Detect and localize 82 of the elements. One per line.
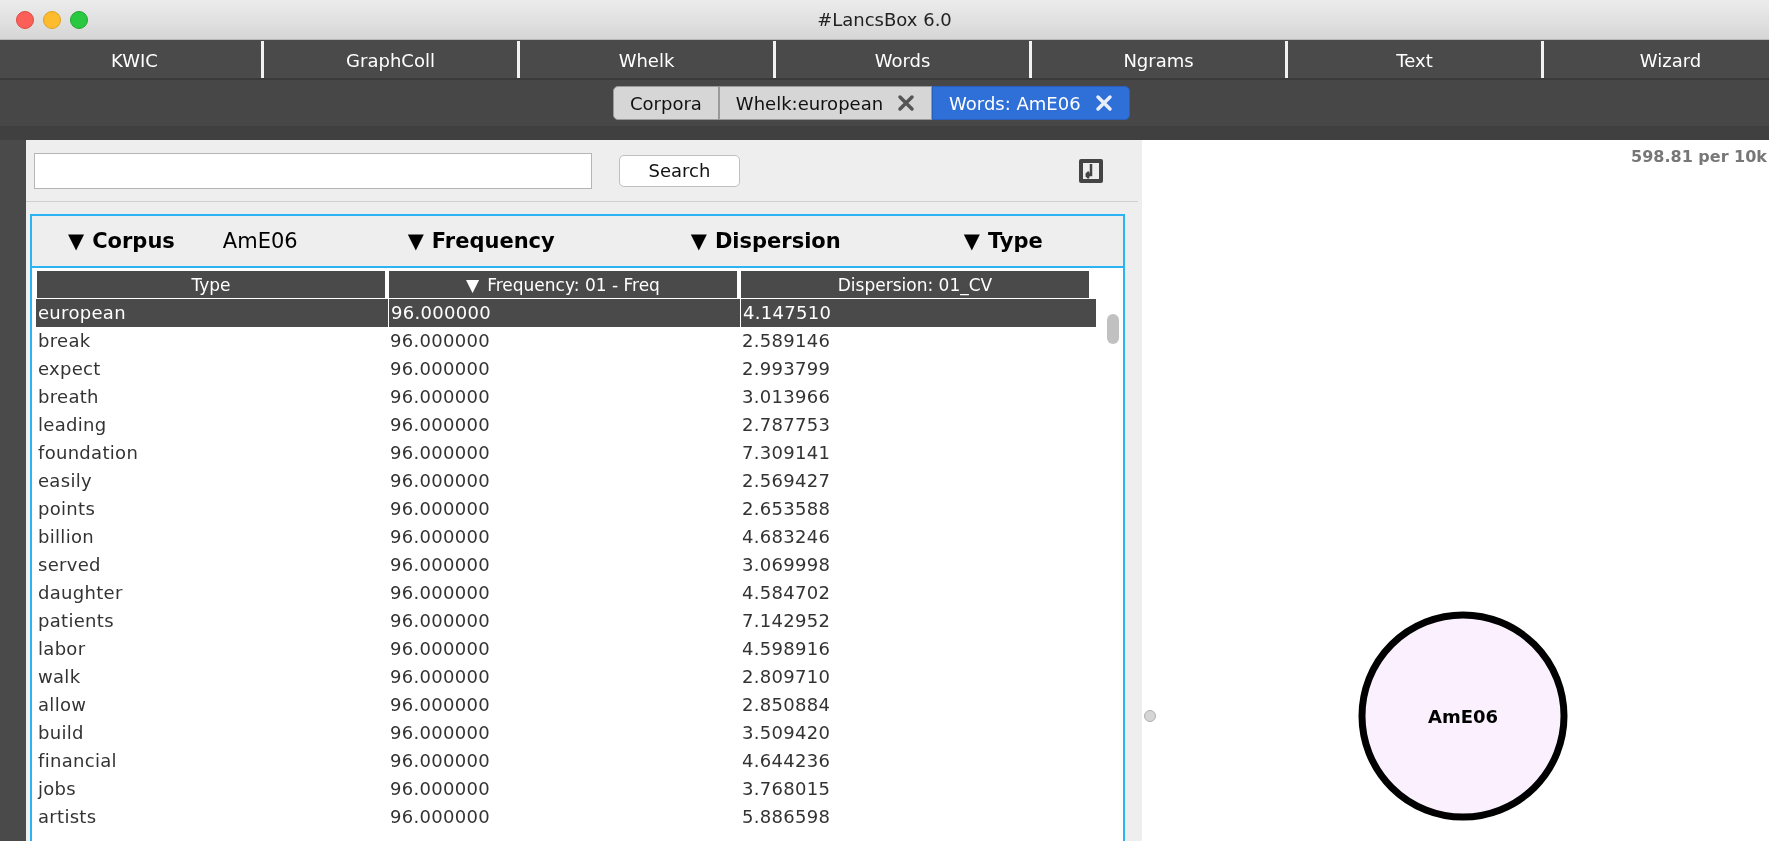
table-cell-text: 96.000000 <box>389 385 492 409</box>
table-cell-text: 2.993799 <box>741 357 832 381</box>
table-cell-text: financial <box>37 749 118 773</box>
table-cell-text: breath <box>37 385 100 409</box>
close-button[interactable] <box>16 10 34 29</box>
table-cell-text: 96.000000 <box>389 777 492 801</box>
table-cell-text: build <box>37 721 85 745</box>
corpus-value: AmE06 <box>222 229 298 253</box>
table-cell-text: 96.000000 <box>389 749 492 773</box>
table-cell-text: 3.013966 <box>741 385 832 409</box>
filter-dropdown[interactable]: ▼ Corpus <box>68 229 175 253</box>
table-cell-text: 2.589146 <box>741 329 832 353</box>
table-cell-text: 2.569427 <box>741 469 832 493</box>
table-cell-text: allow <box>37 693 88 717</box>
zoom-button[interactable] <box>70 10 88 29</box>
table-cell-text: jobs <box>36 777 78 801</box>
filter-dropdown[interactable]: ▼ Type <box>963 229 1043 253</box>
close-icon[interactable] <box>1094 94 1113 112</box>
table-cell-text: 96.000000 <box>389 525 492 549</box>
table-cell-text: european <box>37 301 127 325</box>
table-cell-text: 96.000000 <box>389 805 492 829</box>
table-cell-text: patients <box>37 609 115 633</box>
table-cell-text: foundation <box>37 441 140 465</box>
table-cell-text: walk <box>37 665 82 689</box>
column-header[interactable]: Dispersion: 01_CV <box>740 270 1090 299</box>
export-icon[interactable] <box>1078 157 1104 184</box>
corpus-node: AmE06 <box>1358 611 1568 821</box>
table-cell-text: 4.683246 <box>741 525 832 549</box>
table-cell-text: 96.000000 <box>389 497 492 521</box>
tab[interactable]: Words: AmE06 <box>932 86 1130 120</box>
table-cell-text: leading <box>37 413 108 437</box>
window-title: #LancsBox 6.0 <box>817 9 952 30</box>
close-icon[interactable] <box>897 94 916 112</box>
minimize-button[interactable] <box>43 10 61 29</box>
table-cell-text: 96.000000 <box>389 581 492 605</box>
table-cell-text: 3.509420 <box>741 721 832 745</box>
table-cell: 4.147510 <box>740 299 1092 327</box>
table-cell-text: 2.653588 <box>741 497 832 521</box>
table-cell-text: 96.000000 <box>389 665 492 689</box>
table-cell-text: points <box>37 497 97 521</box>
table-cell-text: easily <box>37 469 93 493</box>
table-cell-text: 96.000000 <box>389 329 492 353</box>
tab[interactable]: Whelk:european <box>718 86 933 120</box>
tab[interactable]: Corpora <box>613 86 719 120</box>
table-cell-text: 96.000000 <box>389 441 492 465</box>
table-cell-text: 96.000000 <box>389 609 492 633</box>
selected-row[interactable]: european 96.000000 4.147510 <box>36 299 1096 327</box>
table-cell-text: 2.850884 <box>741 693 832 717</box>
table-cell-text: 96.000000 <box>389 637 492 661</box>
table-cell-text: 96.000000 <box>389 469 492 493</box>
table-cell-text: expect <box>37 357 102 381</box>
table-cell-text: labor <box>37 637 87 661</box>
table-cell-text: 96.000000 <box>389 693 492 717</box>
table-cell-text: 4.644236 <box>741 749 832 773</box>
scrollbar-thumb[interactable] <box>1107 314 1119 344</box>
table-cell-text: 7.309141 <box>741 441 832 465</box>
table-cell-text: 7.142952 <box>741 609 832 633</box>
column-header[interactable]: ▼ Frequency: 01 - Freq <box>388 270 738 299</box>
table-cell-text: billion <box>37 525 95 549</box>
table-cell-text: daughter <box>37 581 124 605</box>
table-cell-text: 3.069998 <box>741 553 832 577</box>
search-button[interactable]: Search <box>619 154 740 187</box>
table-cell-text: 2.809710 <box>741 665 832 689</box>
table-cell-text: 3.768015 <box>741 777 832 801</box>
table-cell-text: 96.000000 <box>389 413 492 437</box>
table-cell-text: 4.598916 <box>741 637 832 661</box>
table-cell-text: 96.000000 <box>389 553 492 577</box>
column-header[interactable]: Type <box>36 270 386 299</box>
table-cell-text: served <box>37 553 102 577</box>
table-cell-text: 96.000000 <box>389 721 492 745</box>
filter-dropdown[interactable]: ▼ Frequency <box>407 229 555 253</box>
table-cell: 96.000000 <box>388 299 740 327</box>
filter-dropdown[interactable]: ▼ Dispersion <box>690 229 841 253</box>
table-cell-text: 2.787753 <box>741 413 832 437</box>
table-cell-text: 4.584702 <box>741 581 832 605</box>
table-cell-text: break <box>37 329 92 353</box>
table-cell-text: artists <box>37 805 98 829</box>
splitter-handle[interactable] <box>1144 710 1156 722</box>
search-field[interactable] <box>34 152 592 189</box>
scale-note: 598.81 per 10k <box>1631 147 1767 166</box>
table-cell-text: 5.886598 <box>741 805 832 829</box>
table-cell-text: 96.000000 <box>389 357 492 381</box>
